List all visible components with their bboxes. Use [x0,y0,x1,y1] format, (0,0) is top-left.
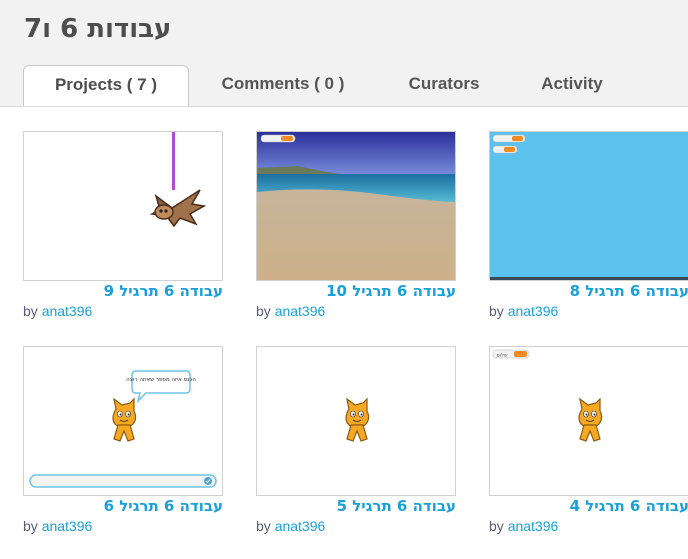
byline-prefix: by [256,303,271,319]
project-card[interactable]: שלום עבודה 6 תרגיל 4 by anat396 [489,346,688,546]
gallery-tabs: Projects ( 7 ) Comments ( 0 ) Curators A… [0,62,688,106]
project-author-link[interactable]: anat396 [42,303,93,319]
byline-prefix: by [489,303,504,319]
byline-prefix: by [489,518,504,534]
project-byline: by anat396 [23,518,92,534]
bat-sprite [149,189,207,228]
beach-backdrop-thumbnail [257,132,455,280]
speech-bubble-text: הכנס איזה מספר שאתה רוצה [126,377,196,383]
project-title[interactable]: עבודה 6 תרגיל 10 [256,282,456,300]
cat-ask-thumbnail: הכנס איזה מספר שאתה רוצה [29,370,217,488]
project-card[interactable]: עבודה 6 תרגיל 9 by anat396 [23,131,223,331]
cat-variable-thumbnail: שלום [492,349,603,442]
project-author-link[interactable]: anat396 [275,303,326,319]
cat-sprite [578,397,603,442]
project-thumbnail[interactable] [256,346,456,496]
bat-sprite-thumbnail [149,132,207,228]
project-byline: by anat396 [23,303,92,319]
project-byline: by anat396 [489,303,558,319]
project-thumbnail[interactable] [256,131,456,281]
tab-projects[interactable]: Projects ( 7 ) [23,65,189,106]
project-title[interactable]: עבודה 6 תרגיל 8 [489,282,688,300]
project-title[interactable]: עבודה 6 תרגיל 5 [256,497,456,515]
byline-prefix: by [23,518,38,534]
project-thumbnail[interactable]: הכנס איזה מספר שאתה רוצה [23,346,223,496]
project-thumbnail[interactable]: שלום [489,346,688,496]
project-card[interactable]: עבודה 6 תרגיל 8 by anat396 [489,131,688,331]
project-author-link[interactable]: anat396 [42,518,93,534]
project-title[interactable]: עבודה 6 תרגיל 9 [23,282,223,300]
byline-prefix: by [23,303,38,319]
cat-sprite [345,397,370,442]
project-card[interactable]: עבודה 6 תרגיל 5 by anat396 [256,346,456,546]
cat-thumbnail [345,397,370,442]
project-author-link[interactable]: anat396 [508,303,559,319]
project-thumbnail[interactable] [489,131,688,281]
project-title[interactable]: עבודה 6 תרגיל 6 [23,497,223,515]
project-author-link[interactable]: anat396 [275,518,326,534]
project-byline: by anat396 [256,303,325,319]
variable-label: שלום [496,353,508,359]
project-byline: by anat396 [256,518,325,534]
cat-sprite [112,397,137,442]
byline-prefix: by [256,518,271,534]
project-author-link[interactable]: anat396 [508,518,559,534]
gallery-header: עבודות 6 ו7 Projects ( 7 ) Comments ( 0 … [0,0,688,107]
gallery-title: עבודות 6 ו7 [24,14,172,44]
tab-curators[interactable]: Curators [388,65,500,103]
project-thumbnail[interactable] [23,131,223,281]
tab-comments[interactable]: Comments ( 0 ) [200,65,366,103]
blue-stage-thumbnail [490,132,688,280]
project-title[interactable]: עבודה 6 תרגיל 4 [489,497,688,515]
project-byline: by anat396 [489,518,558,534]
project-card[interactable]: עבודה 6 תרגיל 10 by anat396 [256,131,456,331]
project-card[interactable]: הכנס איזה מספר שאתה רוצה עבודה 6 תרגיל 6… [23,346,223,546]
tab-activity[interactable]: Activity [520,65,624,103]
